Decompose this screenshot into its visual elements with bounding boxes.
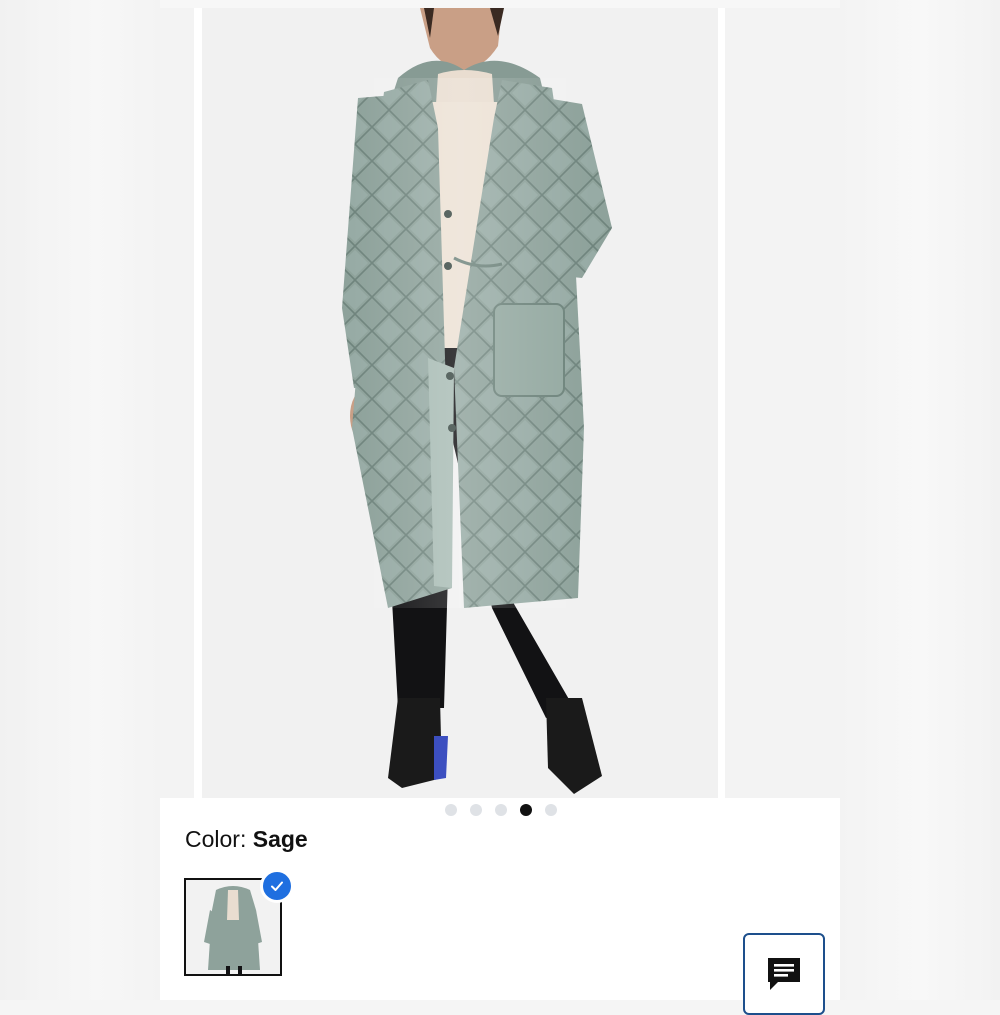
product-page: Color: Sage <box>160 0 840 1015</box>
carousel-pagination <box>160 803 840 817</box>
pagination-dot[interactable] <box>544 804 557 816</box>
selected-color-name: Sage <box>252 826 308 852</box>
pagination-dot[interactable] <box>469 804 482 816</box>
chat-button[interactable] <box>743 933 825 1015</box>
pagination-dot-active[interactable] <box>519 804 532 816</box>
pagination-dot[interactable] <box>444 804 457 816</box>
top-band <box>160 0 840 8</box>
product-photo[interactable] <box>202 8 718 798</box>
backdrop-left <box>0 0 160 1000</box>
pagination-dot[interactable] <box>494 804 507 816</box>
previous-slide-peek[interactable] <box>160 8 194 798</box>
backdrop-right <box>840 0 1000 1000</box>
model-wearing-coat-image <box>342 8 612 794</box>
selected-checkmark-icon <box>260 869 294 903</box>
product-image-carousel[interactable] <box>160 8 840 798</box>
chat-bubble-icon <box>768 958 800 990</box>
color-label-prefix: Color: <box>185 826 247 852</box>
next-slide-peek[interactable] <box>725 8 840 798</box>
color-selection-label: Color: Sage <box>185 826 308 853</box>
